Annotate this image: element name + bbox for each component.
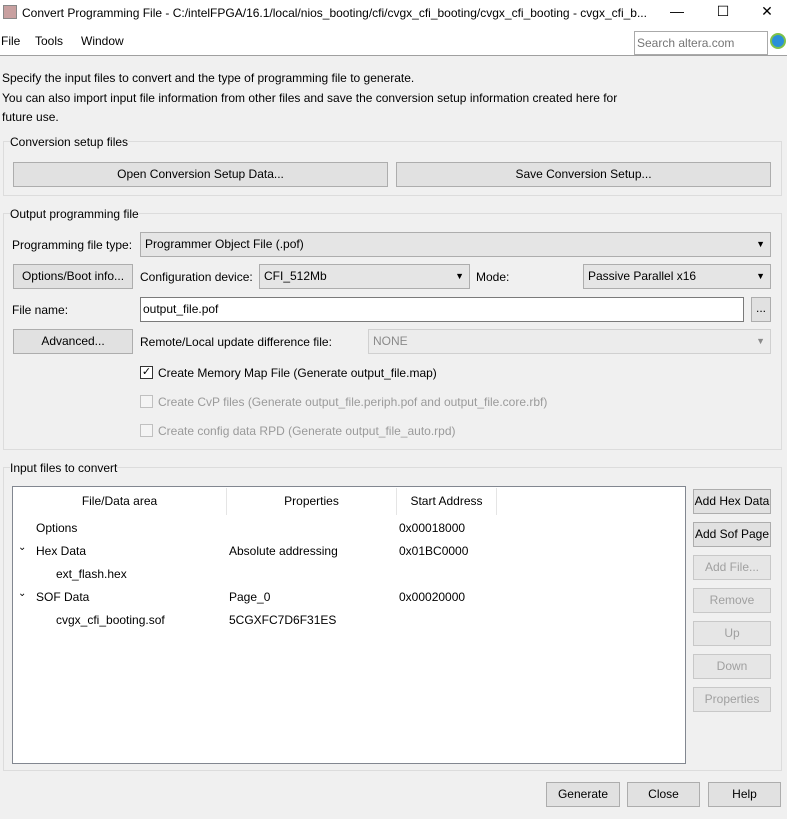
chevron-down-icon[interactable]: ⌄: [18, 542, 26, 553]
add-hex-data-button[interactable]: Add Hex Data: [693, 489, 771, 514]
add-file-button[interactable]: Add File...: [693, 555, 771, 580]
properties-button[interactable]: Properties: [693, 687, 771, 712]
device-label: Configuration device:: [140, 270, 253, 284]
memory-map-checkbox[interactable]: ✓: [140, 366, 153, 379]
memory-map-label: Create Memory Map File (Generate output_…: [158, 366, 437, 380]
intro-text-2: You can also import input file informati…: [2, 91, 618, 105]
add-sof-page-button[interactable]: Add Sof Page: [693, 522, 771, 547]
remote-update-select[interactable]: NONE ▼: [368, 329, 771, 354]
tree-row-address: 0x01BC0000: [399, 544, 469, 558]
close-window-button[interactable]: ✕: [752, 3, 782, 23]
tree-row-address: 0x00018000: [399, 521, 466, 535]
column-header-properties[interactable]: Properties: [227, 488, 397, 515]
menu-file[interactable]: File: [1, 34, 20, 48]
options-boot-info-button[interactable]: Options/Boot info...: [13, 264, 133, 289]
file-type-value: Programmer Object File (.pof): [145, 237, 304, 251]
input-files-tree[interactable]: File/Data area Properties Start Address …: [12, 486, 686, 764]
mode-label: Mode:: [476, 270, 510, 284]
tree-row-properties: 5CGXFC7D6F31ES: [229, 613, 337, 627]
tree-row-address: 0x00020000: [399, 590, 466, 604]
chevron-down-icon: ▼: [455, 271, 464, 281]
tree-row-properties: Absolute addressing: [229, 544, 338, 558]
input-files-title: Input files to convert: [10, 461, 118, 475]
column-header-address[interactable]: Start Address: [397, 488, 497, 515]
tree-row-name[interactable]: Hex Data: [36, 544, 86, 558]
remove-button[interactable]: Remove: [693, 588, 771, 613]
menu-bar: File Tools Window: [0, 26, 787, 56]
save-setup-button[interactable]: Save Conversion Setup...: [396, 162, 771, 187]
device-value: CFI_512Mb: [264, 269, 327, 283]
down-button[interactable]: Down: [693, 654, 771, 679]
help-button[interactable]: Help: [708, 782, 781, 807]
window-title: Convert Programming File - C:/intelFPGA/…: [22, 6, 647, 20]
search-input[interactable]: [634, 31, 768, 55]
file-name-label: File name:: [12, 303, 69, 317]
title-bar: Convert Programming File - C:/intelFPGA/…: [0, 0, 787, 26]
globe-icon[interactable]: [770, 33, 786, 49]
app-icon: [3, 5, 17, 19]
device-select[interactable]: CFI_512Mb ▼: [259, 264, 470, 289]
file-name-input[interactable]: output_file.pof: [140, 297, 744, 322]
chevron-down-icon[interactable]: ⌄: [18, 588, 26, 599]
file-type-select[interactable]: Programmer Object File (.pof) ▼: [140, 232, 771, 257]
advanced-button[interactable]: Advanced...: [13, 329, 133, 354]
up-button[interactable]: Up: [693, 621, 771, 646]
column-header-file[interactable]: File/Data area: [13, 488, 227, 515]
tree-row-name[interactable]: SOF Data: [36, 590, 89, 604]
chevron-down-icon: ▼: [756, 336, 765, 346]
minimize-button[interactable]: —: [662, 3, 692, 23]
mode-value: Passive Parallel x16: [588, 269, 697, 283]
remote-update-label: Remote/Local update difference file:: [140, 335, 332, 349]
remote-update-value: NONE: [373, 334, 408, 348]
intro-text-3: future use.: [2, 110, 59, 124]
tree-row-properties: Page_0: [229, 590, 271, 604]
tree-row-name[interactable]: Options: [36, 521, 77, 535]
rpd-label: Create config data RPD (Generate output_…: [158, 424, 456, 438]
chevron-down-icon: ▼: [756, 271, 765, 281]
open-setup-button[interactable]: Open Conversion Setup Data...: [13, 162, 388, 187]
browse-button[interactable]: ...: [751, 297, 771, 322]
intro-text-1: Specify the input files to convert and t…: [2, 71, 415, 85]
maximize-button[interactable]: ☐: [708, 3, 738, 23]
cvp-checkbox[interactable]: [140, 395, 153, 408]
menu-tools[interactable]: Tools: [35, 34, 63, 48]
file-type-label: Programming file type:: [12, 238, 133, 252]
cvp-label: Create CvP files (Generate output_file.p…: [158, 395, 548, 409]
generate-button[interactable]: Generate: [546, 782, 620, 807]
menu-window[interactable]: Window: [81, 34, 124, 48]
rpd-checkbox[interactable]: [140, 424, 153, 437]
conversion-setup-title: Conversion setup files: [10, 135, 129, 149]
output-group-title: Output programming file: [10, 207, 139, 221]
chevron-down-icon: ▼: [756, 239, 765, 249]
tree-row-name[interactable]: ext_flash.hex: [56, 567, 127, 581]
mode-select[interactable]: Passive Parallel x16 ▼: [583, 264, 771, 289]
close-button[interactable]: Close: [627, 782, 700, 807]
tree-row-name[interactable]: cvgx_cfi_booting.sof: [56, 613, 165, 627]
